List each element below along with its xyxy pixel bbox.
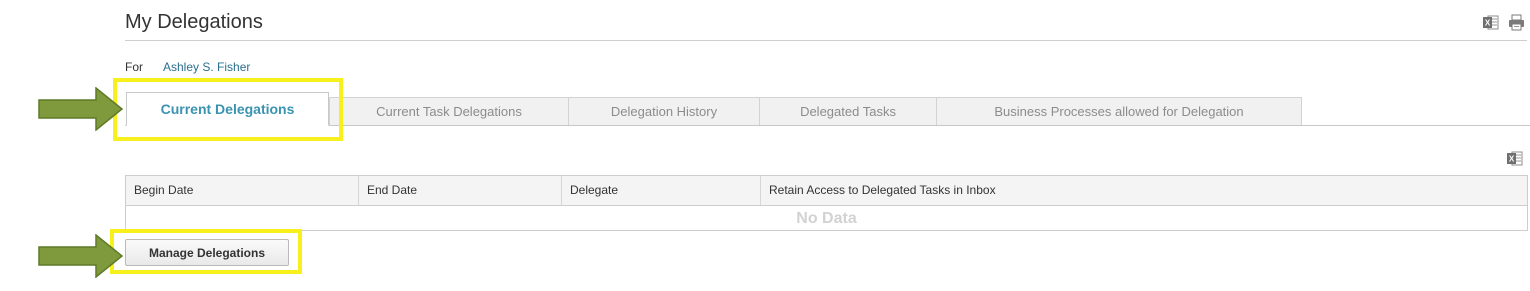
empty-state-text: No Data [796, 210, 857, 227]
button-label: Manage Delegations [148, 245, 266, 260]
delegations-table: Begin Date End Date Delegate Retain Acce… [125, 175, 1528, 231]
column-header-retain-access[interactable]: Retain Access to Delegated Tasks in Inbo… [760, 176, 1527, 205]
tab-delegation-history[interactable]: Delegation History [568, 97, 760, 125]
manage-delegations-button[interactable]: Manage Delegations [125, 239, 289, 266]
green-arrow-icon [38, 87, 124, 131]
title-divider [125, 40, 1527, 41]
column-header-end-date[interactable]: End Date [358, 176, 561, 205]
tab-label: Current Delegations [160, 101, 295, 117]
delegator-link[interactable]: Ashley S. Fisher [163, 60, 250, 74]
tab-label: Business Processes allowed for Delegatio… [994, 104, 1244, 119]
tabs-baseline [125, 125, 1530, 126]
tab-label: Current Task Delegations [376, 104, 522, 119]
print-icon[interactable] [1508, 14, 1525, 31]
excel-export-icon[interactable]: X [1482, 14, 1499, 31]
svg-text:X: X [1509, 155, 1515, 164]
tab-label: Delegation History [610, 104, 718, 119]
tab-current-task-delegations[interactable]: Current Task Delegations [329, 97, 569, 125]
tab-business-processes[interactable]: Business Processes allowed for Delegatio… [936, 97, 1302, 125]
tab-delegated-tasks[interactable]: Delegated Tasks [759, 97, 937, 125]
green-arrow-icon [38, 234, 124, 278]
svg-text:X: X [1485, 19, 1491, 28]
tab-current-delegations[interactable]: Current Delegations [126, 92, 329, 126]
column-header-begin-date[interactable]: Begin Date [126, 176, 358, 205]
page-title: My Delegations [125, 11, 263, 33]
for-label: For [125, 60, 143, 74]
excel-export-icon[interactable]: X [1506, 150, 1523, 167]
table-header: Begin Date End Date Delegate Retain Acce… [126, 176, 1527, 206]
tab-label: Delegated Tasks [800, 104, 896, 119]
column-header-delegate[interactable]: Delegate [561, 176, 760, 205]
